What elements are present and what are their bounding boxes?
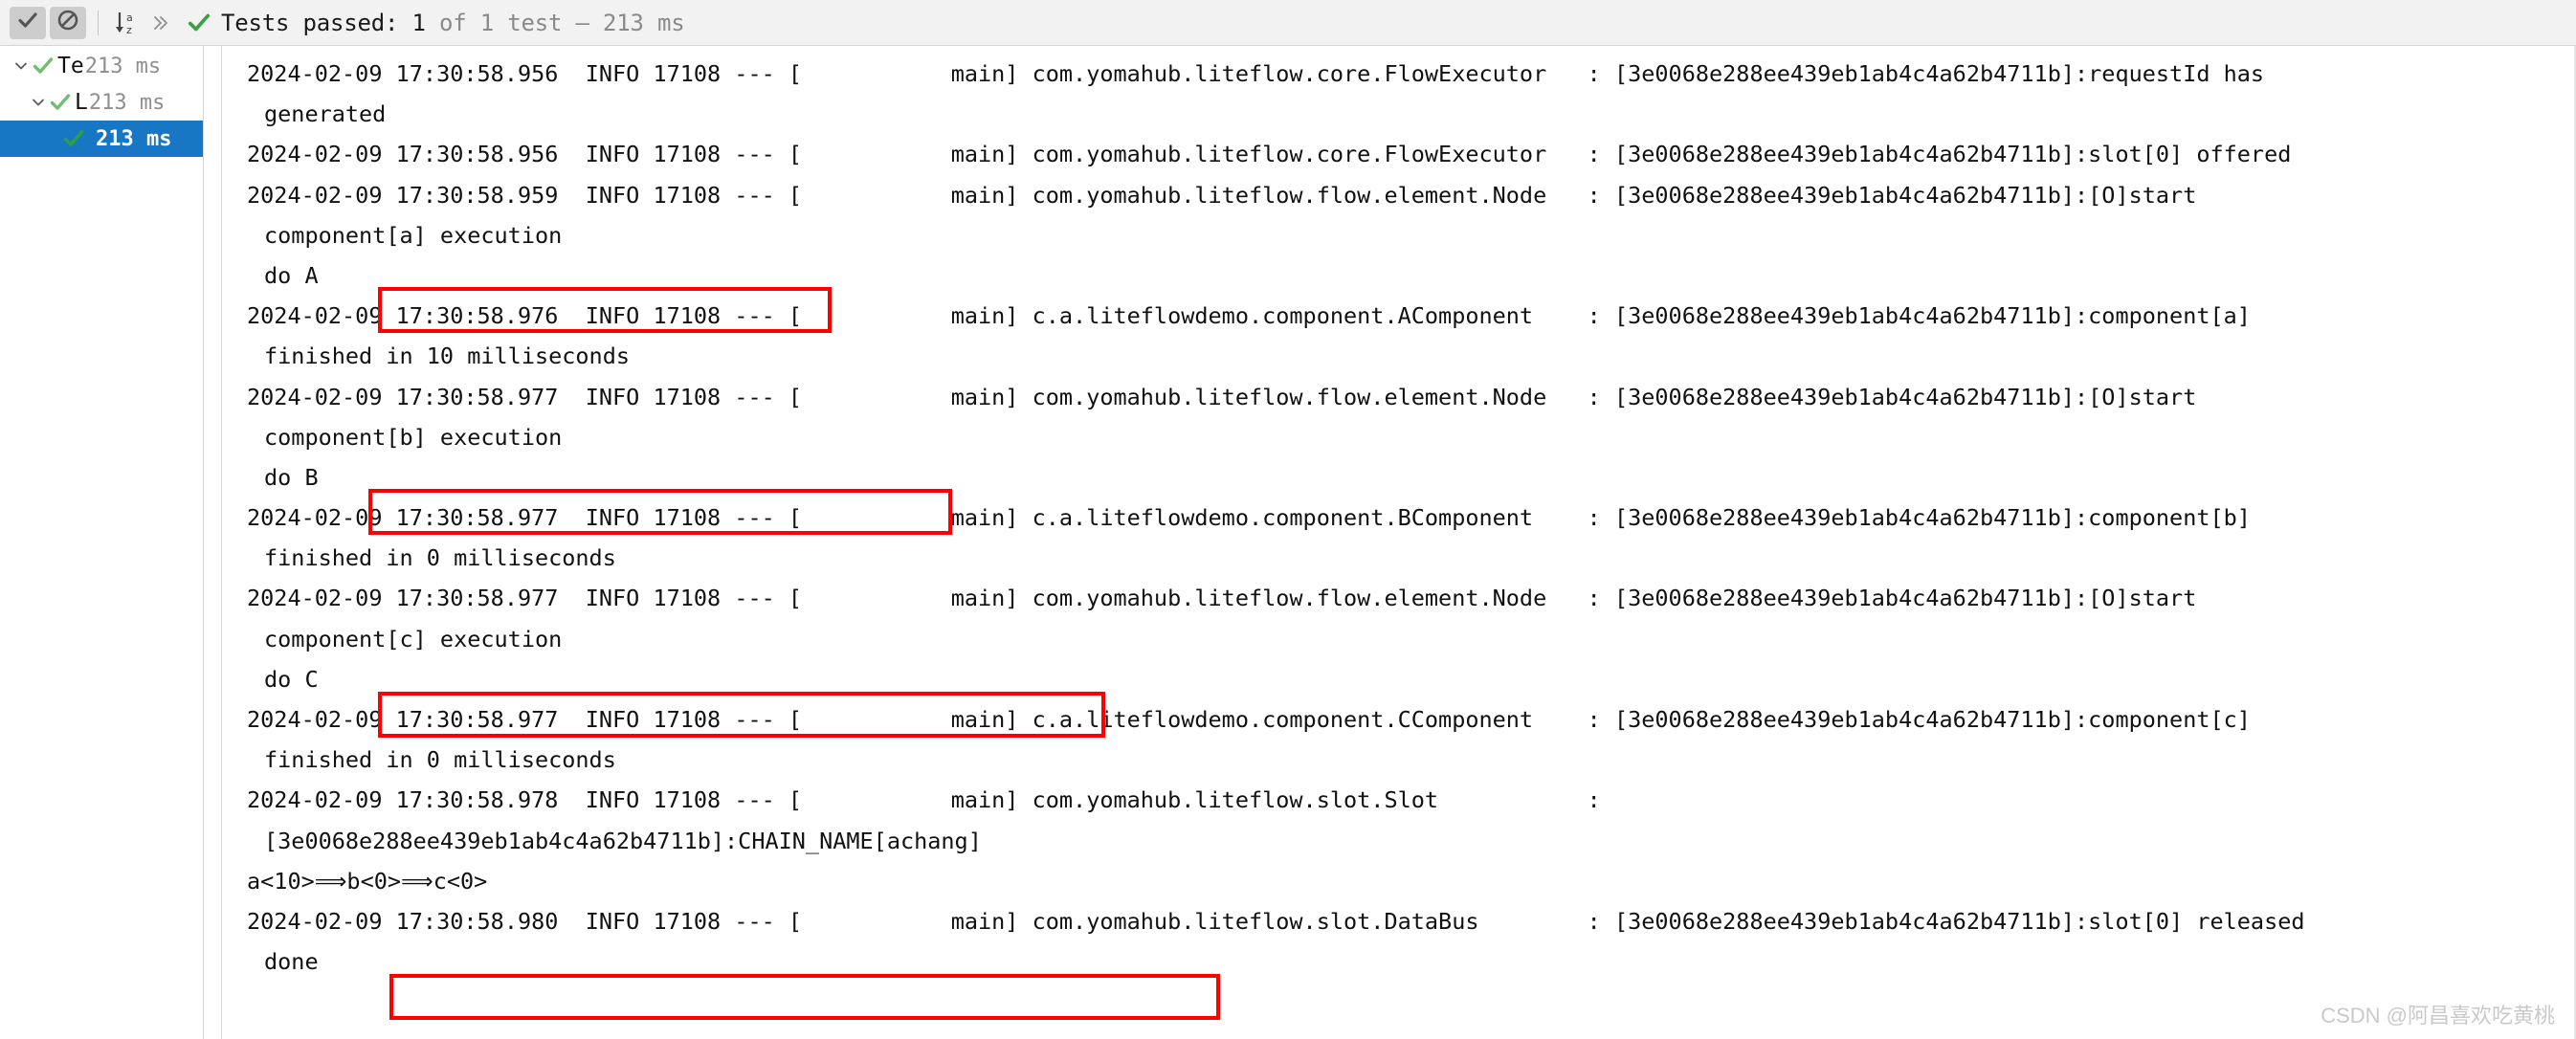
console-log-lines: 2024-02-09 17:30:58.956 INFO 17108 --- [… bbox=[204, 46, 2576, 982]
sort-alphabetically-icon[interactable]: a z bbox=[110, 7, 143, 39]
tree-item-label: L bbox=[75, 90, 88, 115]
console-log-line: [3e0068e288ee439eb1ab4c4a62b4711b]:CHAIN… bbox=[264, 827, 982, 854]
svg-text:a: a bbox=[126, 11, 133, 24]
hide-ignored-toggle[interactable] bbox=[50, 6, 86, 39]
show-passed-toggle[interactable] bbox=[10, 6, 46, 39]
chevron-double-right-icon[interactable] bbox=[144, 7, 177, 39]
tree-item-duration: 213 ms bbox=[96, 126, 172, 151]
console-log-line: do B bbox=[264, 463, 319, 491]
status-total-text: of 1 test – 213 ms bbox=[425, 9, 685, 36]
test-runner-toolbar: a z Tests passed: 1 of 1 test – 213 ms bbox=[0, 0, 2576, 46]
console-log-line: 2024-02-09 17:30:58.977 INFO 17108 --- [… bbox=[247, 585, 2197, 612]
test-output-console[interactable]: 2024-02-09 17:30:58.956 INFO 17108 --- [… bbox=[204, 46, 2576, 1039]
console-log-line: component[b] execution bbox=[264, 423, 563, 451]
console-log-line: 2024-02-09 17:30:58.980 INFO 17108 --- [… bbox=[247, 907, 2305, 935]
console-log-line: 2024-02-09 17:30:58.976 INFO 17108 --- [… bbox=[247, 302, 2251, 330]
console-log-line: generated bbox=[264, 100, 387, 128]
tree-item-duration: 213 ms bbox=[84, 54, 162, 78]
tree-row-test-suite[interactable]: Te 213 ms bbox=[0, 48, 203, 84]
check-icon bbox=[16, 9, 39, 36]
console-log-line: 2024-02-09 17:30:58.977 INFO 17108 --- [… bbox=[247, 504, 2251, 532]
test-runner-body: Te 213 ms L 213 ms 213 ms 2024-02-09 17:… bbox=[0, 46, 2576, 1039]
toolbar-separator bbox=[98, 10, 99, 35]
watermark-text: CSDN @阿昌喜欢吃黄桃 bbox=[2321, 1004, 2555, 1028]
tree-row-test-class[interactable]: L 213 ms bbox=[0, 84, 203, 121]
console-log-line: done bbox=[264, 948, 319, 976]
tree-item-duration: 213 ms bbox=[88, 90, 166, 115]
chevron-down-icon[interactable] bbox=[29, 93, 48, 112]
tree-row-test-method[interactable]: 213 ms bbox=[0, 121, 203, 157]
console-log-line: 2024-02-09 17:30:58.978 INFO 17108 --- [… bbox=[247, 786, 1601, 814]
console-log-line: 2024-02-09 17:30:58.956 INFO 17108 --- [… bbox=[247, 60, 2265, 87]
console-log-line: finished in 0 milliseconds bbox=[264, 544, 616, 572]
console-log-line: finished in 0 milliseconds bbox=[264, 746, 616, 774]
check-icon bbox=[48, 93, 73, 112]
console-log-line: component[a] execution bbox=[264, 221, 563, 249]
test-tree-sidebar[interactable]: Te 213 ms L 213 ms 213 ms bbox=[0, 46, 204, 1039]
chevron-down-icon[interactable] bbox=[11, 56, 31, 76]
console-log-line: component[c] execution bbox=[264, 625, 563, 652]
check-icon bbox=[31, 56, 56, 76]
tree-item-label: Te bbox=[57, 54, 84, 78]
svg-text:z: z bbox=[126, 24, 132, 36]
check-icon bbox=[61, 129, 86, 148]
console-log-line: 2024-02-09 17:30:58.977 INFO 17108 --- [… bbox=[247, 383, 2197, 410]
console-log-line: finished in 10 milliseconds bbox=[264, 343, 631, 370]
check-icon bbox=[187, 11, 211, 35]
no-entry-icon bbox=[56, 9, 79, 36]
console-log-line: do A bbox=[264, 261, 319, 289]
console-log-line: do C bbox=[264, 665, 319, 693]
console-log-line: 2024-02-09 17:30:58.977 INFO 17108 --- [… bbox=[247, 706, 2251, 733]
console-log-line: 2024-02-09 17:30:58.956 INFO 17108 --- [… bbox=[247, 141, 2292, 168]
status-passed-count: Tests passed: 1 bbox=[221, 9, 426, 36]
console-log-line: 2024-02-09 17:30:58.959 INFO 17108 --- [… bbox=[247, 181, 2197, 209]
console-log-line: a<10>⟹b<0>⟹c<0> bbox=[247, 867, 488, 895]
test-status-bar: Tests passed: 1 of 1 test – 213 ms bbox=[179, 10, 685, 36]
